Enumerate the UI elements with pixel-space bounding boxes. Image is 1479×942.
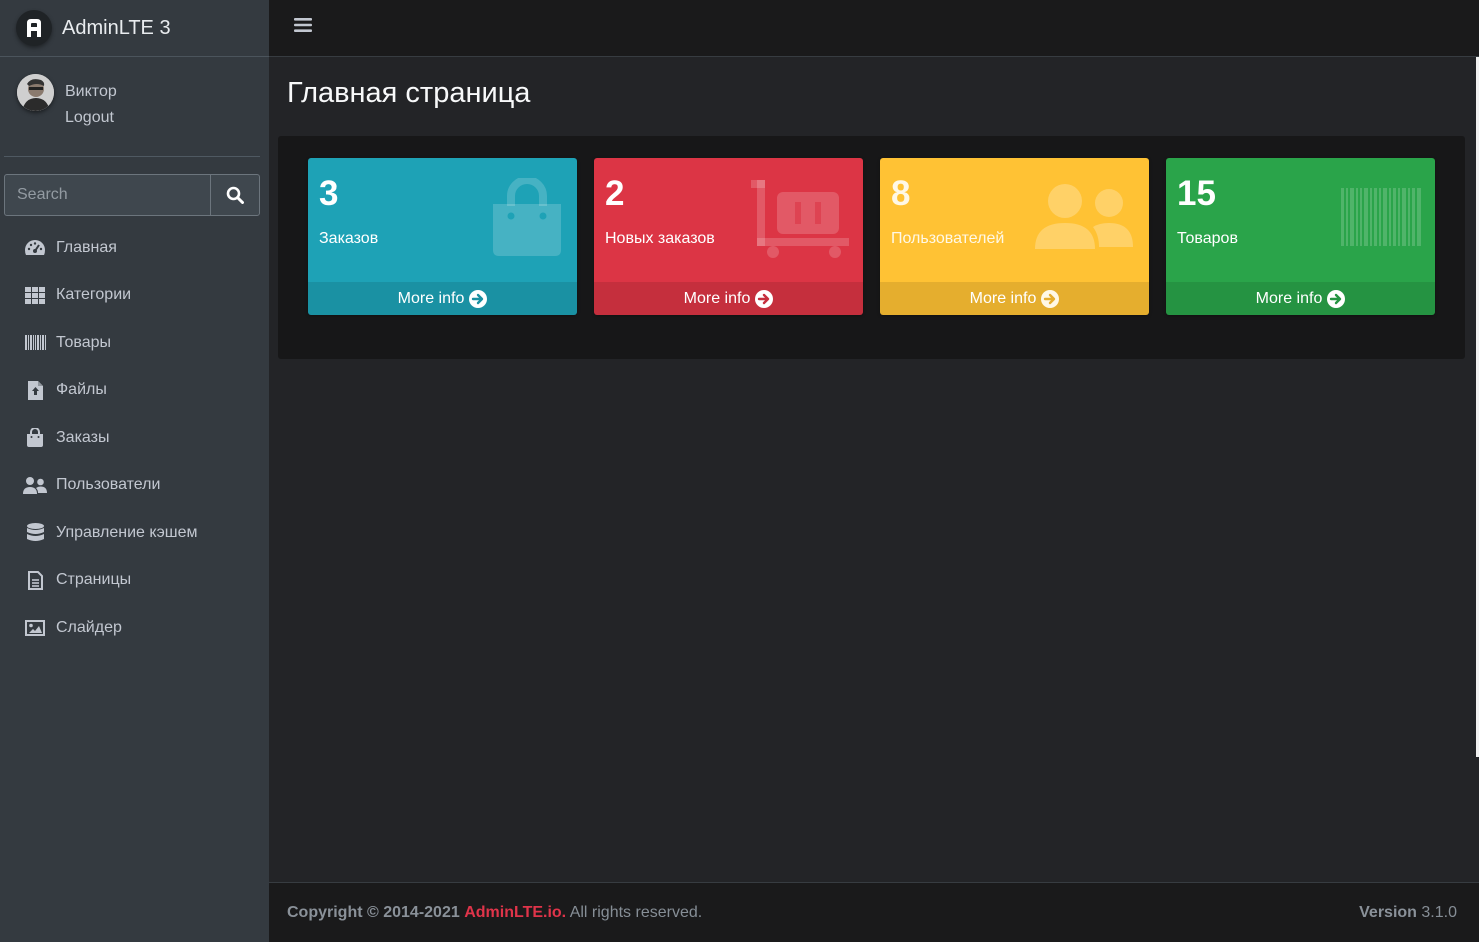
users-icon — [1035, 184, 1133, 249]
sidebar-item-users[interactable]: Пользователи — [8, 462, 261, 510]
box-label: Заказов — [319, 230, 379, 247]
small-box-new-orders: 2 Новых заказов More info — [594, 158, 863, 315]
barcode-icon — [1341, 188, 1421, 246]
sidebar-item-home[interactable]: Главная — [8, 224, 261, 272]
sidebar-item-label: Главная — [56, 238, 117, 256]
dolly-icon — [751, 180, 849, 258]
sidebar-item-orders[interactable]: Заказы — [8, 414, 261, 462]
more-info-link[interactable]: More info — [880, 282, 1149, 315]
shopping-bag-icon — [493, 178, 561, 256]
file-upload-icon — [23, 380, 47, 400]
brand-link[interactable]: AdminLTE 3 — [0, 0, 269, 57]
users-icon — [23, 475, 47, 495]
tachometer-icon — [23, 238, 47, 258]
more-info-label: More info — [683, 289, 751, 307]
box-label: Товаров — [1177, 230, 1238, 247]
bars-icon — [294, 18, 312, 32]
adminlte-link[interactable]: AdminLTE.io. — [464, 904, 566, 921]
box-number: 8 — [891, 174, 911, 213]
sidebar-nav: Главная Категории Товары Файлы Заказы По… — [8, 224, 261, 652]
box-label: Пользователей — [891, 230, 1005, 247]
barcode-icon — [23, 333, 47, 353]
page-title: Главная страница — [287, 77, 531, 109]
more-info-link[interactable]: More info — [1166, 282, 1435, 315]
menu-toggle-button[interactable] — [294, 17, 312, 33]
box-label: Новых заказов — [605, 230, 715, 247]
sidebar-search — [4, 174, 260, 216]
user-panel: Виктор Logout — [4, 57, 260, 157]
small-box-users: 8 Пользователей More info — [880, 158, 1149, 315]
copyright: Copyright © 2014-2021 AdminLTE.io. All r… — [287, 904, 702, 922]
avatar[interactable] — [17, 74, 54, 111]
version-value: 3.1.0 — [1421, 904, 1457, 921]
more-info-label: More info — [1255, 289, 1323, 307]
top-navbar — [269, 0, 1479, 57]
image-icon — [23, 618, 47, 638]
small-box-products: 15 Товаров More info — [1166, 158, 1435, 315]
sidebar-item-label: Страницы — [56, 571, 132, 589]
version-label: Version — [1359, 904, 1417, 921]
sidebar: AdminLTE 3 Виктор Logout Главная — [0, 0, 269, 942]
search-input[interactable] — [5, 175, 210, 215]
sidebar-item-label: Файлы — [56, 381, 107, 399]
arrow-circle-right-icon — [1327, 289, 1346, 308]
more-info-label: More info — [397, 289, 465, 307]
sidebar-item-categories[interactable]: Категории — [8, 272, 261, 320]
arrow-circle-right-icon — [469, 289, 488, 308]
sidebar-item-label: Товары — [56, 333, 112, 351]
stats-panel: 3 Заказов More info 2 Новых заказов More… — [278, 136, 1465, 359]
more-info-link[interactable]: More info — [308, 282, 577, 315]
database-icon — [23, 523, 47, 543]
sidebar-item-label: Слайдер — [56, 618, 122, 636]
box-number: 2 — [605, 174, 625, 213]
version-info: Version 3.1.0 — [1359, 904, 1457, 922]
sidebar-item-label: Категории — [56, 286, 132, 304]
sidebar-item-products[interactable]: Товары — [8, 319, 261, 367]
sidebar-item-pages[interactable]: Страницы — [8, 557, 261, 605]
main-footer: Copyright © 2014-2021 AdminLTE.io. All r… — [269, 882, 1479, 942]
sidebar-item-label: Пользователи — [56, 476, 161, 494]
sidebar-item-files[interactable]: Файлы — [8, 367, 261, 415]
search-button[interactable] — [210, 175, 259, 215]
small-box-orders: 3 Заказов More info — [308, 158, 577, 315]
copyright-prefix: Copyright © 2014-2021 — [287, 904, 460, 921]
arrow-circle-right-icon — [1041, 289, 1060, 308]
arrow-circle-right-icon — [755, 289, 774, 308]
box-number: 3 — [319, 174, 339, 213]
brand-logo — [16, 10, 52, 46]
sidebar-item-slider[interactable]: Слайдер — [8, 604, 261, 652]
more-info-link[interactable]: More info — [594, 282, 863, 315]
sidebar-item-cache[interactable]: Управление кэшем — [8, 509, 261, 557]
more-info-label: More info — [969, 289, 1037, 307]
content-wrapper: Главная страница 3 Заказов More info 2 Н… — [269, 57, 1479, 882]
file-alt-icon — [23, 570, 47, 590]
brand-title: AdminLTE 3 — [62, 16, 171, 39]
logout-link[interactable]: Logout — [65, 109, 114, 127]
search-icon — [226, 186, 244, 204]
user-name[interactable]: Виктор — [65, 83, 117, 101]
shopping-bag-icon — [23, 428, 47, 448]
sidebar-item-label: Управление кэшем — [56, 523, 198, 541]
box-number: 15 — [1177, 174, 1216, 213]
copyright-suffix: All rights reserved. — [569, 904, 703, 921]
th-icon — [23, 285, 47, 305]
sidebar-item-label: Заказы — [56, 428, 110, 446]
